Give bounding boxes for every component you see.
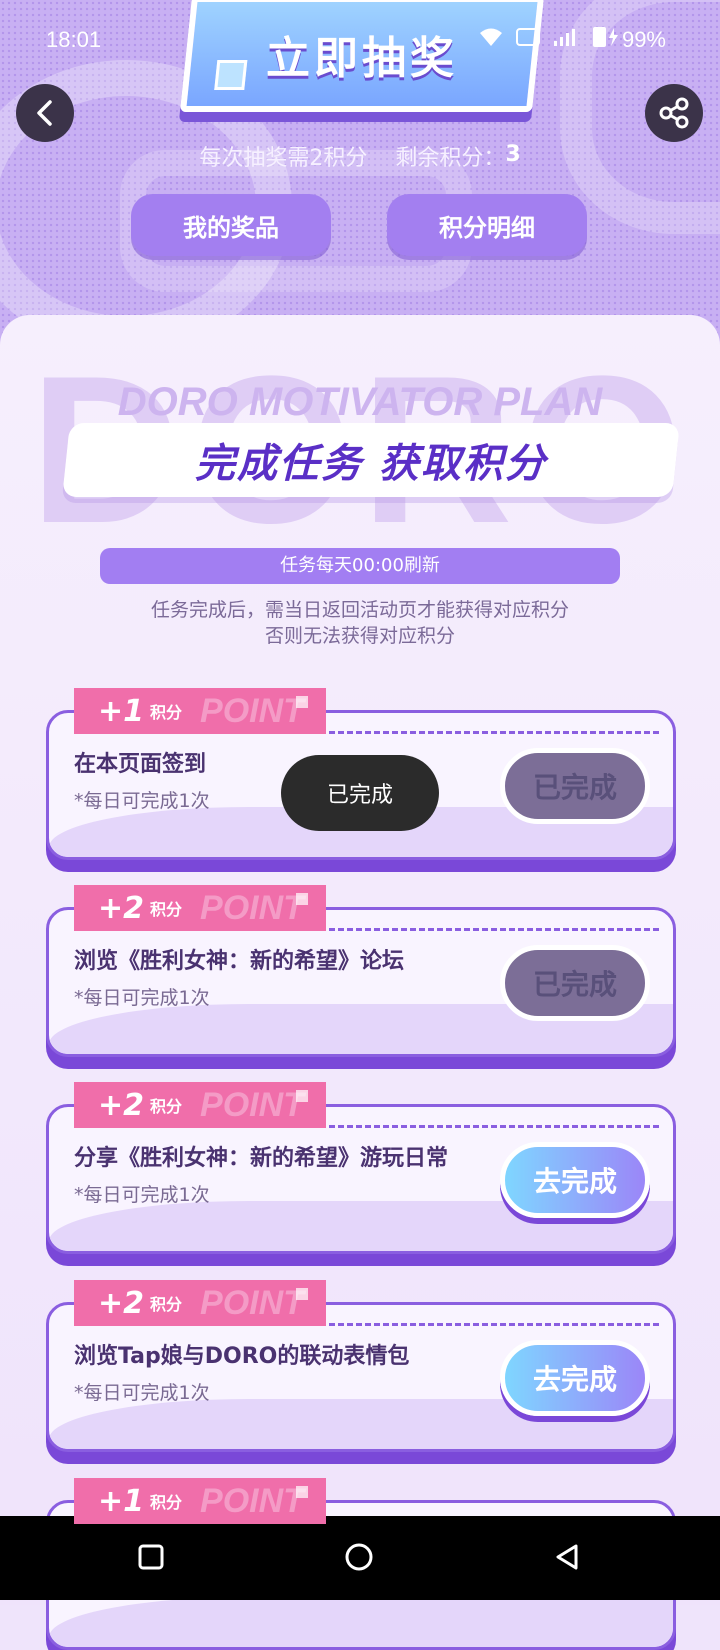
task-go-button[interactable]: 去完成: [500, 1340, 650, 1416]
my-prizes-button[interactable]: 我的奖品: [131, 194, 331, 256]
badge-unit: 积分: [150, 703, 183, 722]
battery-percent: 99%: [621, 27, 666, 52]
task-subtitle: *每日可完成1次: [74, 987, 210, 1009]
task-title: 在本页面签到: [74, 752, 207, 777]
task-card: +2 积分 POINT 浏览《胜利女神：新的希望》论坛 *每日可完成1次 已完成: [46, 885, 676, 1057]
task-subtitle: *每日可完成1次: [74, 1382, 210, 1404]
task-completed-button[interactable]: 已完成: [500, 748, 650, 824]
draw-cost-text: 每次抽奖需2积分: [199, 146, 368, 171]
task-completed-button[interactable]: 已完成: [500, 945, 650, 1021]
points-info: 每次抽奖需2积分 剩余积分：3: [0, 140, 720, 172]
points-badge: +1 积分 POINT: [74, 1478, 326, 1524]
home-icon[interactable]: [344, 1542, 374, 1572]
remaining-points-value: 3: [505, 142, 521, 167]
badge-word: POINT: [200, 1481, 304, 1520]
badge-points: +2: [98, 1087, 145, 1123]
badge-points: +2: [98, 890, 145, 926]
back-button[interactable]: [16, 84, 74, 142]
status-bar: 18:01 99%: [0, 0, 720, 84]
task-title: 浏览《胜利女神：新的希望》论坛: [74, 949, 405, 974]
task-title: 分享《胜利女神：新的希望》游玩日常: [74, 1146, 449, 1171]
refresh-notice: 任务每天00:00刷新: [100, 548, 620, 584]
task-card: +2 积分 POINT 浏览Tap娘与DORO的联动表情包 *每日可完成1次 去…: [46, 1280, 676, 1452]
badge-points: +2: [98, 1285, 145, 1321]
toast-message: 已完成: [281, 755, 439, 831]
badge-unit: 积分: [150, 900, 183, 919]
note-line-2: 否则无法获得对应积分: [264, 625, 455, 647]
signal-icon: [554, 29, 575, 46]
share-icon: [659, 97, 689, 129]
hd-icon: [516, 28, 540, 46]
points-detail-button[interactable]: 积分明细: [387, 194, 587, 256]
task-title: 浏览Tap娘与DORO的联动表情包: [74, 1344, 410, 1369]
task-subtitle: *每日可完成1次: [74, 1184, 210, 1206]
share-button[interactable]: [645, 84, 703, 142]
battery-icon: [593, 27, 618, 47]
points-badge: +2 积分 POINT: [74, 885, 326, 931]
task-subtitle: *每日可完成1次: [74, 790, 210, 812]
chevron-left-icon: [37, 100, 52, 126]
remaining-points-label: 剩余积分：: [395, 146, 506, 171]
badge-points: +1: [98, 693, 145, 729]
task-card: +2 积分 POINT 分享《胜利女神：新的希望》游玩日常 *每日可完成1次 去…: [46, 1082, 676, 1254]
system-nav-bar: [0, 1516, 720, 1600]
recent-apps-icon[interactable]: [136, 1542, 166, 1572]
motivator-plan-subtitle: DORO MOTIVATOR PLAN: [117, 380, 603, 424]
tasks-heading: 完成任务 获取积分: [62, 423, 680, 497]
points-badge: +2 积分 POINT: [74, 1082, 326, 1128]
badge-unit: 积分: [150, 1097, 183, 1116]
tasks-heading-text: 完成任务 获取积分: [195, 441, 547, 487]
points-badge: +2 积分 POINT: [74, 1280, 326, 1326]
badge-unit: 积分: [150, 1493, 183, 1512]
status-time: 18:01: [46, 27, 102, 52]
points-badge: +1 积分 POINT: [74, 688, 326, 734]
badge-points: +1: [98, 1483, 145, 1519]
badge-word: POINT: [200, 1283, 304, 1322]
badge-word: POINT: [200, 691, 304, 730]
task-go-button[interactable]: 去完成: [500, 1142, 650, 1218]
badge-word: POINT: [200, 888, 304, 927]
back-nav-icon[interactable]: [552, 1542, 582, 1572]
status-icons: [478, 26, 622, 48]
badge-word: POINT: [200, 1085, 304, 1124]
wifi-icon: [480, 28, 502, 46]
note-line-1: 任务完成后，需当日返回活动页才能获得对应积分: [150, 599, 569, 621]
badge-unit: 积分: [150, 1295, 183, 1314]
